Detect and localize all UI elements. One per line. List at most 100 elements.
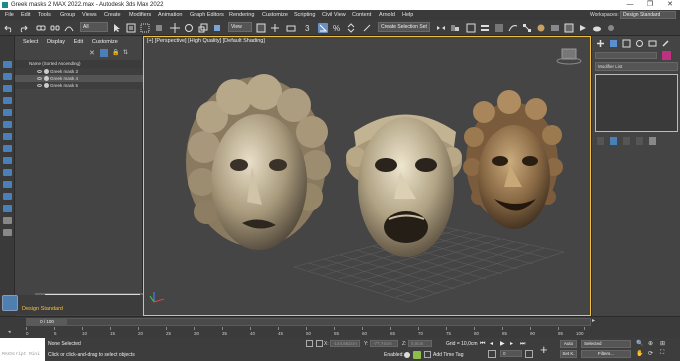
named-selection-sets-dropdown[interactable]: Create Selection Set [378, 22, 430, 32]
tab-select[interactable]: Select [23, 39, 38, 45]
toggle-scene-explorer-icon[interactable] [466, 23, 476, 33]
align-icon[interactable] [450, 23, 460, 33]
zoom-icon[interactable]: 🔍 [636, 340, 643, 347]
lock-selection-icon[interactable] [306, 340, 313, 347]
maximize-button[interactable]: ❐ [640, 0, 660, 10]
scale-icon[interactable] [198, 23, 208, 33]
track-bar-ruler[interactable]: 0 5 10 15 20 25 30 35 40 45 50 55 60 65 … [26, 327, 591, 338]
filter-icon[interactable] [100, 49, 108, 57]
funnel-icon[interactable] [3, 217, 12, 224]
percent-snap-icon[interactable]: % [332, 23, 342, 33]
tab-display[interactable]: Display [47, 39, 65, 45]
clear-filter-icon[interactable]: ✕ [89, 49, 95, 57]
menu-graph-editors[interactable]: Graph Editors [190, 10, 224, 20]
y-coordinate-field[interactable]: -77,74cm [370, 340, 398, 347]
menu-help[interactable]: Help [402, 10, 413, 20]
menu-customize[interactable]: Customize [262, 10, 288, 20]
render-setup-icon[interactable] [550, 23, 560, 33]
curve-editor-icon[interactable] [508, 23, 518, 33]
modifier-list-dropdown[interactable]: Modifier List [595, 62, 678, 71]
menu-modifiers[interactable]: Modifiers [129, 10, 151, 20]
eye-icon[interactable] [37, 84, 42, 87]
next-frame-icon[interactable]: ▸ [510, 341, 516, 347]
orbit-icon[interactable]: ⟳ [648, 350, 653, 357]
pan-icon[interactable]: ✋ [636, 350, 643, 357]
layer-icon[interactable] [3, 193, 12, 200]
utilities-icon[interactable] [3, 145, 12, 152]
hierarchy-icon[interactable] [3, 121, 12, 128]
motion-tab-icon[interactable] [635, 39, 644, 48]
angle-snap-icon[interactable] [318, 23, 328, 33]
go-to-end-icon[interactable]: ⏭ [520, 341, 526, 347]
bind-space-warp-icon[interactable] [64, 23, 74, 33]
reference-coordinate-dropdown[interactable]: View [228, 22, 252, 32]
minimize-button[interactable]: — [620, 0, 640, 10]
create-tab-icon[interactable] [596, 39, 605, 48]
select-object-icon[interactable] [112, 23, 122, 33]
helper-icon[interactable] [3, 109, 12, 116]
utilities-tab-icon[interactable] [661, 39, 670, 48]
add-time-tag[interactable]: Add Time Tag [433, 352, 463, 358]
unlink-icon[interactable] [50, 23, 60, 33]
menu-scripting[interactable]: Scripting [294, 10, 315, 20]
go-to-start-icon[interactable]: ⏮ [480, 341, 486, 347]
menu-arnold[interactable]: Arnold [379, 10, 395, 20]
sort-icon[interactable]: ⇅ [123, 49, 128, 56]
key-filters-button[interactable]: Filters... [581, 350, 631, 358]
hide-icon[interactable] [3, 169, 12, 176]
maximize-viewport-icon[interactable]: ⛶ [660, 350, 664, 357]
x-coordinate-field[interactable]: -144,562cm [330, 340, 360, 347]
a360-gallery-icon[interactable] [606, 23, 616, 33]
selection-filter-dropdown[interactable]: All [80, 22, 108, 32]
schematic-view-icon[interactable] [522, 23, 532, 33]
list-item[interactable]: Greek mask 5 [15, 82, 143, 89]
rendered-frame-window-icon[interactable] [564, 23, 574, 33]
window-crossing-icon[interactable] [154, 23, 164, 33]
hierarchy-tab-icon[interactable] [622, 39, 631, 48]
time-slider-thumb[interactable]: 0 / 100 [27, 319, 67, 325]
zoom-all-icon[interactable]: ⊕ [648, 340, 653, 347]
key-mode-icon[interactable] [488, 350, 496, 358]
menu-animation[interactable]: Animation [158, 10, 182, 20]
timeline-left-arrow-icon[interactable]: ◂ [8, 329, 11, 335]
spinner-snap-icon[interactable] [346, 23, 356, 33]
list-item[interactable]: Greek mask 3 [15, 68, 143, 75]
isolate-icon[interactable] [3, 181, 12, 188]
freeze-icon[interactable] [3, 157, 12, 164]
show-end-result-icon[interactable] [610, 137, 617, 145]
material-editor-icon[interactable] [536, 23, 546, 33]
column-header-name[interactable]: Name (Sorted Ascending) [15, 60, 143, 68]
auto-key-button[interactable]: Auto [560, 340, 577, 348]
tab-edit[interactable]: Edit [74, 39, 83, 45]
lock-icon[interactable]: 🔒 [112, 49, 119, 56]
pivot-center-icon[interactable] [256, 23, 266, 33]
object-name-field[interactable] [595, 52, 657, 59]
object-color-swatch[interactable] [662, 51, 671, 60]
previous-frame-icon[interactable]: ◂ [490, 341, 496, 347]
undo-icon[interactable] [4, 23, 14, 33]
menu-views[interactable]: Views [82, 10, 97, 20]
modifier-stack[interactable] [595, 74, 678, 132]
link-icon[interactable] [36, 23, 46, 33]
render-production-icon[interactable] [578, 23, 588, 33]
timeline-right-arrow-icon[interactable]: ▸ [592, 317, 595, 324]
keyboard-shortcut-icon[interactable] [286, 23, 296, 33]
tab-customize[interactable]: Customize [92, 39, 118, 45]
select-manipulate-icon[interactable] [270, 23, 280, 33]
maxscript-listener[interactable]: MAXScript Mini [0, 338, 45, 361]
make-unique-icon[interactable] [623, 137, 630, 145]
menu-file[interactable]: File [5, 10, 14, 20]
eye-icon[interactable] [37, 77, 42, 80]
absolute-mode-icon[interactable] [316, 340, 323, 347]
create-geometry-icon[interactable] [3, 61, 12, 68]
light-icon[interactable] [3, 97, 12, 104]
adaptive-degradation-icon[interactable] [413, 351, 421, 359]
toggle-ribbon-icon[interactable] [494, 23, 504, 33]
set-key-button[interactable]: Set K. [560, 350, 577, 358]
rotate-icon[interactable] [184, 23, 194, 33]
list-item[interactable]: Greek mask 4 [15, 75, 143, 82]
filter-icon[interactable] [3, 205, 12, 212]
configure-modifier-sets-icon[interactable] [649, 137, 656, 145]
layer-explorer-icon[interactable] [2, 295, 18, 311]
time-tag-icon[interactable] [424, 351, 431, 358]
